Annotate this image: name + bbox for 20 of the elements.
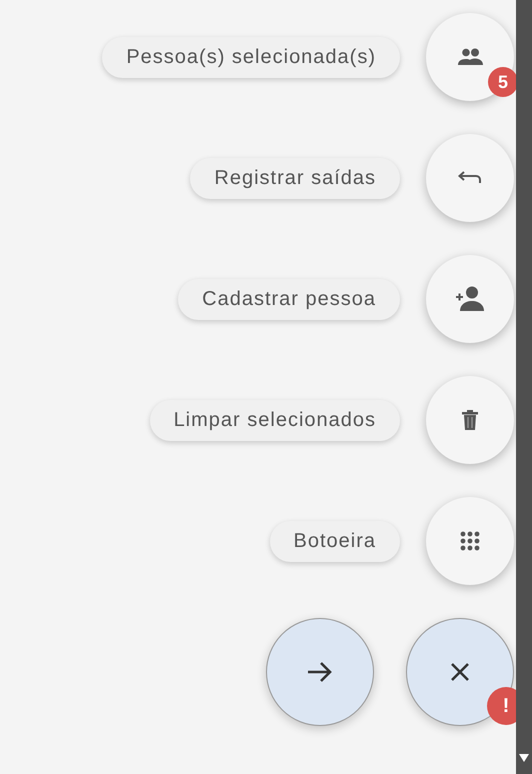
people-button[interactable]: 5 — [426, 13, 514, 101]
scroll-arrow-icon — [519, 754, 529, 762]
exit-button[interactable] — [426, 134, 514, 222]
close-button[interactable]: ! — [406, 618, 514, 726]
action-label[interactable]: Pessoa(s) selecionada(s) — [102, 36, 400, 78]
action-label[interactable]: Cadastrar pessoa — [178, 278, 400, 320]
action-label[interactable]: Botoeira — [270, 520, 400, 562]
trash-icon — [462, 410, 478, 430]
clear-button[interactable] — [426, 376, 514, 464]
action-label[interactable]: Limpar selecionados — [150, 400, 400, 440]
right-arrow-icon — [307, 661, 333, 683]
back-arrow-icon — [458, 171, 482, 185]
action-label[interactable]: Registrar saídas — [190, 158, 400, 198]
grid-icon — [460, 531, 480, 551]
add-person-button[interactable] — [426, 255, 514, 343]
keypad-button[interactable] — [426, 497, 514, 585]
people-icon — [457, 48, 483, 66]
count-badge: 5 — [488, 67, 518, 97]
close-icon — [450, 662, 470, 682]
add-person-icon — [455, 286, 485, 312]
